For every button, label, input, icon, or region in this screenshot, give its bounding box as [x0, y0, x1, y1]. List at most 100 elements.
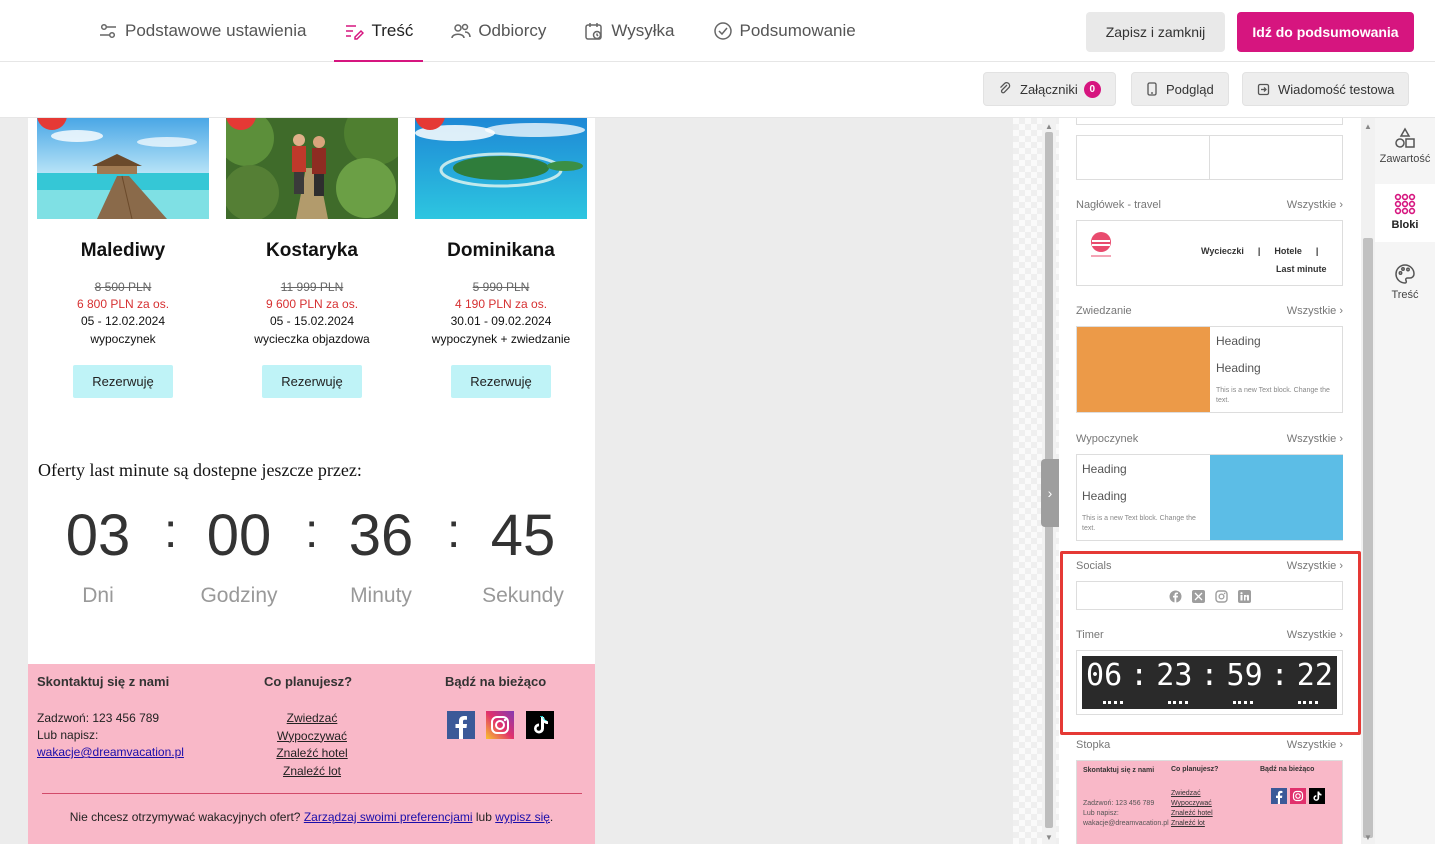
footer-contact-title: Skontaktuj się z nami — [37, 674, 170, 689]
all-label: Wszystkie — [1286, 739, 1337, 751]
footer-link-relax[interactable]: Wypoczywać — [252, 728, 372, 746]
book-button[interactable]: Rezerwuję — [262, 365, 362, 398]
tab-recipients[interactable]: Odbiorcy — [441, 0, 556, 62]
side-tab-label: Bloki — [1391, 219, 1419, 231]
instagram-icon — [1290, 788, 1306, 804]
paperclip-icon — [1000, 82, 1011, 94]
footer-link-hotel[interactable]: Znaleźć hotel — [252, 745, 372, 763]
offer-dates: 05 - 12.02.2024 — [80, 314, 166, 328]
block-thumbnail-columns[interactable] — [1076, 135, 1343, 180]
countdown-label-seconds: Sekundy — [482, 584, 564, 607]
block-all-link[interactable]: Wszystkie › — [1287, 199, 1343, 211]
manage-preferences-link[interactable]: Zarządzaj swoimi preferencjami — [304, 810, 473, 824]
footer-thumb-social-title: Bądź na bieżąco — [1260, 766, 1315, 773]
block-thumbnail-footer[interactable]: Skontaktuj się z nami Zadzwoń: 123 456 7… — [1076, 760, 1343, 844]
scroll-down-arrow-icon[interactable]: ▼ — [1045, 833, 1053, 842]
block-all-link[interactable]: Wszystkie › — [1287, 433, 1343, 445]
block-thumbnail-leisure[interactable]: Heading Heading This is a new Text block… — [1076, 454, 1343, 541]
footer-thumb-link: Zwiedzać — [1171, 790, 1201, 797]
grid-dots-icon — [1394, 193, 1416, 215]
save-and-close-button[interactable]: Zapisz i zamknij — [1086, 12, 1225, 52]
scroll-up-arrow-icon[interactable]: ▲ — [1045, 122, 1053, 131]
offer-new-price: 6 800 PLN za os. — [76, 297, 170, 311]
attachments-button[interactable]: Załączniki 0 — [983, 72, 1116, 106]
tab-content[interactable]: Treść — [334, 0, 424, 62]
instagram-icon[interactable] — [486, 711, 514, 739]
countdown-separator: : — [305, 505, 319, 558]
footer-thumb-contact-text: Zadzwoń: 123 456 789 Lub napisz: wakacje… — [1083, 800, 1169, 827]
footer-plan-title: Co planujesz? — [264, 674, 353, 689]
tab-summary[interactable]: Podsumowanie — [703, 0, 866, 62]
footer-plan-links: Zwiedzać Wypoczywać Znaleźć hotel Znaleź… — [252, 710, 372, 780]
footer-email-link[interactable]: wakacje@dreamvacation.pl — [37, 745, 184, 759]
panel-scrollbar[interactable]: ▲ ▼ — [1361, 118, 1375, 844]
palette-icon — [1395, 264, 1415, 284]
header-nav-sep: | — [1315, 246, 1319, 256]
heading-text: Heading — [1082, 462, 1127, 476]
side-tab-label: Treść — [1391, 289, 1419, 301]
book-button[interactable]: Rezerwuję — [451, 365, 551, 398]
countdown-label-days: Dni — [82, 584, 114, 607]
side-tab-blocks[interactable]: Bloki — [1375, 184, 1435, 242]
header-nav-hotels: Hotele — [1274, 246, 1302, 256]
tiktok-icon[interactable] — [526, 711, 554, 739]
settings-sliders-icon — [100, 23, 116, 39]
all-label: Wszystkie — [1286, 433, 1337, 445]
footer-write: Lub napisz: — [37, 728, 99, 742]
book-button[interactable]: Rezerwuję — [73, 365, 173, 398]
scroll-down-arrow-icon[interactable]: ▼ — [1364, 833, 1372, 842]
calendar-icon — [585, 23, 603, 40]
go-to-summary-button[interactable]: Idź do podsumowania — [1237, 12, 1414, 52]
scroll-up-arrow-icon[interactable]: ▲ — [1364, 122, 1372, 131]
offer-dates: 30.01 - 09.02.2024 — [450, 314, 552, 328]
offer-title: Dominikana — [447, 240, 555, 261]
footer-thumb-link: Znaleźć hotel — [1171, 810, 1213, 817]
countdown-hours: 00 — [206, 503, 272, 568]
collapse-panel-button[interactable]: › — [1041, 459, 1059, 527]
offer-type: wypoczynek + zwiedzanie — [431, 332, 571, 346]
countdown-seconds: 45 — [490, 503, 556, 568]
blocks-panel: Nagłówek - travel Wszystkie › Wycieczki … — [1059, 118, 1361, 844]
tab-label: Wysyłka — [611, 21, 675, 40]
block-all-link[interactable]: Wszystkie › — [1287, 739, 1343, 751]
side-tab-label: Zawartość — [1379, 153, 1431, 165]
offer-card-dominicana[interactable]: Dominikana 5 990 PLN 4 190 PLN za os. 30… — [415, 118, 587, 398]
preview-button[interactable]: Podgląd — [1131, 72, 1229, 106]
block-thumbnail-header-travel[interactable]: Wycieczki | Hotele | Last minute — [1076, 220, 1343, 286]
preview-label: Podgląd — [1166, 81, 1214, 97]
unsubscribe-link[interactable]: wypisz się — [495, 810, 550, 824]
top-navigation-bar: Podstawowe ustawienia Treść Odbiorcy Wys… — [0, 0, 1435, 62]
offer-card-costa-rica[interactable]: Kostaryka 11 999 PLN 9 600 PLN za os. 05… — [226, 118, 398, 398]
footer-link-flight[interactable]: Znaleźć lot — [252, 763, 372, 781]
block-thumbnail-sightseeing[interactable]: Heading Heading This is a new Text block… — [1076, 326, 1343, 413]
test-message-button[interactable]: Wiadomość testowa — [1242, 72, 1410, 106]
offer-title: Kostaryka — [266, 240, 358, 261]
offer-card-maldives[interactable]: Malediwy 8 500 PLN 6 800 PLN za os. 05 -… — [37, 118, 209, 398]
tab-label: Podsumowanie — [739, 21, 856, 40]
all-label: Wszystkie — [1286, 305, 1337, 317]
header-nav-last-minute: Last minute — [1276, 264, 1327, 274]
block-all-link[interactable]: Wszystkie › — [1287, 305, 1343, 317]
facebook-icon[interactable] — [447, 711, 475, 739]
tab-basic-settings[interactable]: Podstawowe ustawienia — [88, 0, 316, 62]
footer-link-sightseeing[interactable]: Zwiedzać — [252, 710, 372, 728]
scrollbar-thumb[interactable] — [1363, 238, 1373, 838]
heading-text: Heading — [1082, 489, 1127, 503]
offer-new-price: 9 600 PLN za os. — [265, 297, 359, 311]
test-message-label: Wiadomość testowa — [1278, 81, 1395, 97]
offer-new-price: 4 190 PLN za os. — [454, 297, 548, 311]
side-tabs: Zawartość Bloki Treść — [1375, 118, 1435, 844]
side-tab-text[interactable]: Treść — [1375, 254, 1435, 312]
chevron-right-icon: › — [1047, 485, 1053, 501]
block-thumbnail-partial[interactable] — [1076, 118, 1343, 125]
countdown-label-hours: Godziny — [200, 584, 278, 607]
side-tab-content[interactable]: Zawartość — [1375, 118, 1435, 176]
heading-text: Heading — [1216, 361, 1261, 375]
maldives-photo — [37, 118, 209, 219]
tab-sending[interactable]: Wysyłka — [574, 0, 684, 62]
email-preview-canvas[interactable]: Malediwy 8 500 PLN 6 800 PLN za os. 05 -… — [28, 118, 595, 844]
offer-dates: 05 - 15.02.2024 — [269, 314, 355, 328]
offer-type: wypoczynek — [90, 332, 156, 346]
header-nav-trips: Wycieczki — [1201, 246, 1244, 256]
attachments-label: Załączniki — [1020, 81, 1078, 97]
